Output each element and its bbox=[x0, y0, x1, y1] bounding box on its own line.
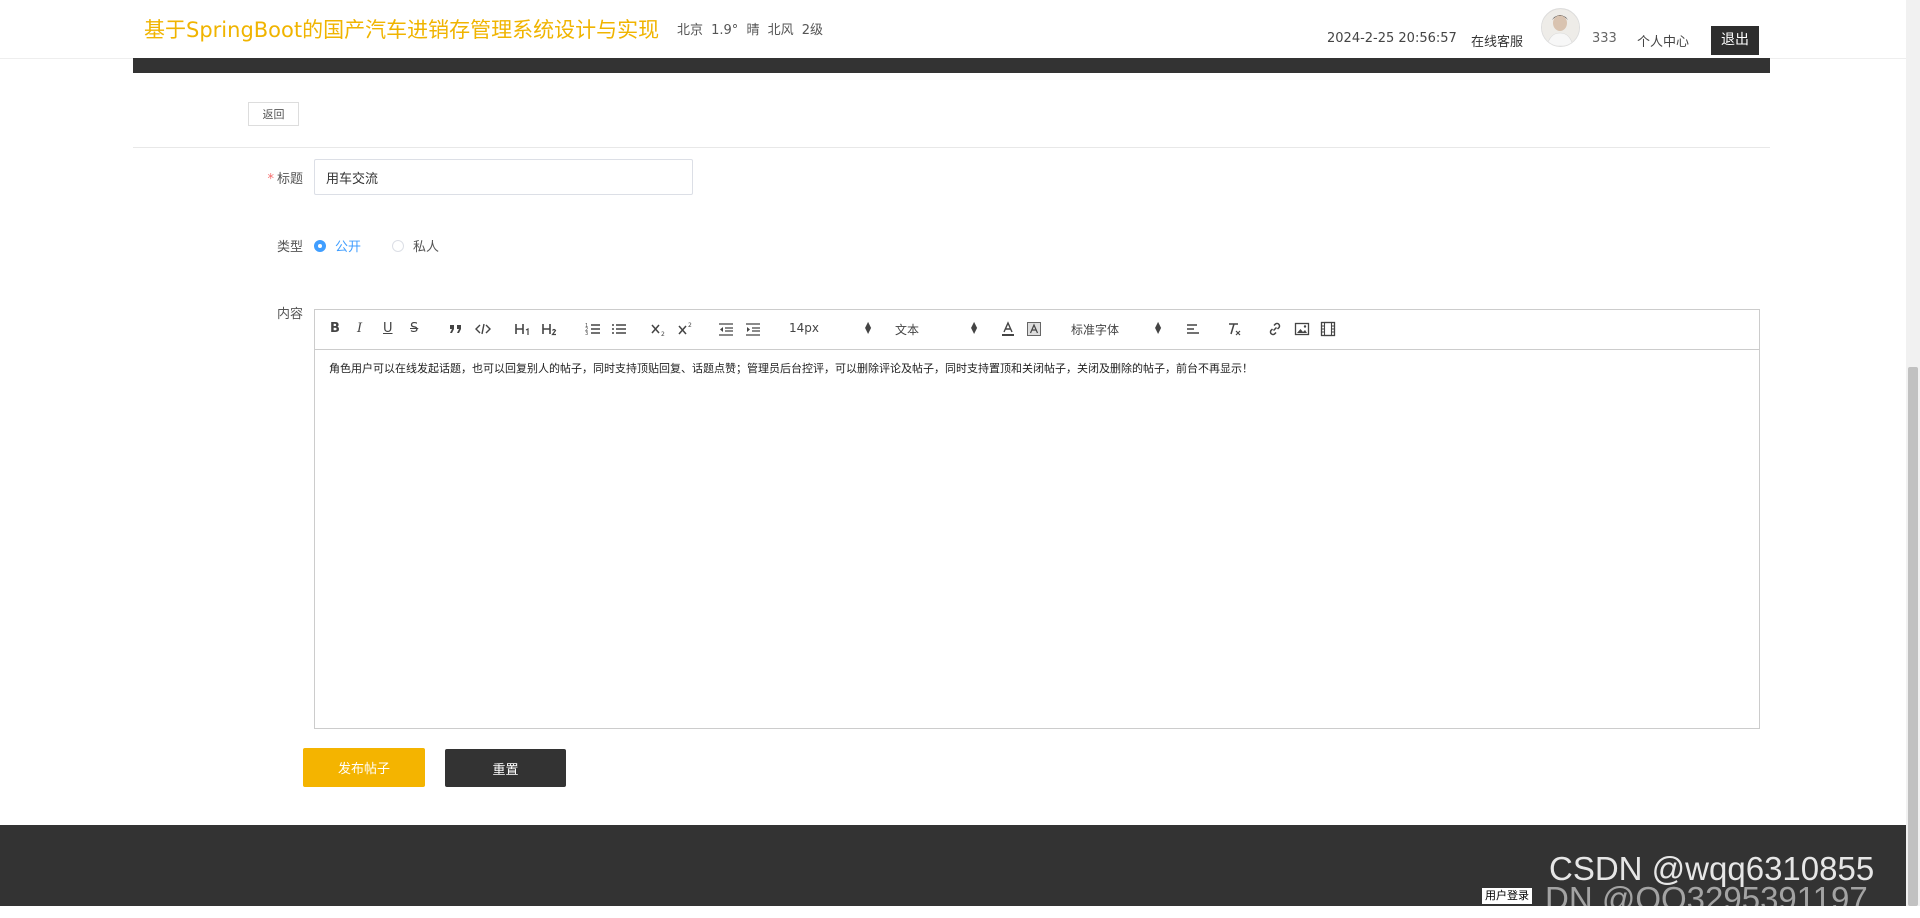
font-size-select[interactable]: 14px ▲ ▼ bbox=[789, 320, 873, 336]
font-family-select[interactable]: 标准字体 ▲ ▼ bbox=[1071, 321, 1163, 338]
editor-content[interactable]: 角色用户可以在线发起话题，也可以回复别人的帖子，同时支持顶贴回复、话题点赞；管理… bbox=[315, 350, 1759, 388]
title-label: * 标题 bbox=[243, 168, 303, 187]
publish-post-button[interactable]: 发布帖子 bbox=[303, 748, 425, 787]
ordered-list-icon[interactable]: 123 bbox=[585, 321, 601, 337]
clear-format-icon[interactable] bbox=[1226, 321, 1242, 337]
background-color-icon[interactable] bbox=[1027, 321, 1041, 337]
top-header: 基于SpringBoot的国产汽车进销存管理系统设计与实现 北京 1.9° 晴 … bbox=[0, 0, 1920, 59]
link-icon[interactable] bbox=[1267, 321, 1283, 337]
font-family-value: 标准字体 bbox=[1071, 323, 1120, 337]
header-type-value: 文本 bbox=[895, 323, 920, 337]
indent-icon[interactable] bbox=[745, 321, 761, 337]
align-icon[interactable] bbox=[1185, 321, 1201, 337]
weather-info: 北京 1.9° 晴 北风 2级 bbox=[677, 23, 823, 38]
header-1-icon[interactable] bbox=[515, 321, 533, 337]
nav-bar bbox=[133, 58, 1770, 73]
content-label: 内容 bbox=[276, 307, 303, 322]
svg-text:3: 3 bbox=[585, 331, 588, 337]
svg-text:2: 2 bbox=[661, 331, 665, 337]
username: 333 bbox=[1592, 31, 1617, 46]
radio-private[interactable]: 私人 bbox=[392, 236, 439, 255]
font-color-icon[interactable] bbox=[1001, 321, 1015, 337]
select-arrows-icon: ▲ ▼ bbox=[971, 320, 978, 335]
font-size-value: 14px bbox=[789, 321, 819, 335]
subscript-icon[interactable]: 2 bbox=[651, 321, 667, 337]
logout-button[interactable]: 退出 bbox=[1711, 26, 1759, 55]
bold-button[interactable]: B bbox=[330, 321, 340, 337]
header-type-select[interactable]: 文本 ▲ ▼ bbox=[895, 321, 979, 338]
personal-center-link[interactable]: 个人中心 bbox=[1637, 31, 1689, 50]
italic-button[interactable]: I bbox=[357, 321, 362, 337]
user-login-tag[interactable]: 用户登录 bbox=[1482, 888, 1532, 904]
video-icon[interactable] bbox=[1320, 321, 1336, 337]
underline-button[interactable]: U bbox=[383, 321, 393, 337]
current-datetime: 2024-2-25 20:56:57 bbox=[1327, 31, 1457, 46]
blockquote-icon[interactable] bbox=[449, 321, 463, 337]
avatar[interactable] bbox=[1541, 8, 1580, 47]
radio-public[interactable]: 公开 bbox=[314, 236, 361, 255]
avatar-image bbox=[1542, 9, 1579, 46]
rich-text-editor: B I U S 123 2 2 14px ▲ ▼ 文本 ▲ ▼ 标准字体 ▲ ▼… bbox=[314, 309, 1760, 729]
select-arrows-icon: ▲ ▼ bbox=[1155, 320, 1162, 335]
radio-dot bbox=[392, 239, 404, 252]
editor-toolbar: B I U S 123 2 2 14px ▲ ▼ 文本 ▲ ▼ 标准字体 ▲ ▼ bbox=[315, 310, 1759, 350]
radio-public-label: 公开 bbox=[335, 240, 362, 255]
outdent-icon[interactable] bbox=[718, 321, 734, 337]
title-label-text: 标题 bbox=[276, 172, 303, 187]
svg-text:2: 2 bbox=[688, 322, 692, 329]
radio-dot bbox=[314, 239, 326, 252]
strike-button[interactable]: S bbox=[410, 321, 418, 337]
online-service-link[interactable]: 在线客服 bbox=[1471, 31, 1523, 50]
required-mark: * bbox=[267, 172, 274, 187]
select-arrows-icon: ▲ ▼ bbox=[865, 320, 872, 335]
superscript-icon[interactable]: 2 bbox=[678, 321, 694, 337]
scrollbar-thumb[interactable] bbox=[1908, 367, 1918, 906]
title-input[interactable] bbox=[314, 159, 693, 195]
divider bbox=[133, 147, 1770, 148]
radio-private-label: 私人 bbox=[413, 240, 440, 255]
site-title[interactable]: 基于SpringBoot的国产汽车进销存管理系统设计与实现 bbox=[144, 14, 659, 44]
reset-button[interactable]: 重置 bbox=[445, 749, 566, 787]
back-button[interactable]: 返回 bbox=[248, 102, 299, 126]
bullet-list-icon[interactable] bbox=[611, 321, 627, 337]
header-2-icon[interactable] bbox=[542, 321, 560, 337]
code-block-icon[interactable] bbox=[475, 321, 491, 337]
image-icon[interactable] bbox=[1294, 321, 1310, 337]
type-label: 类型 bbox=[276, 240, 303, 255]
watermark-text-secondary: DN @QQ3295391197 bbox=[1545, 880, 1868, 917]
